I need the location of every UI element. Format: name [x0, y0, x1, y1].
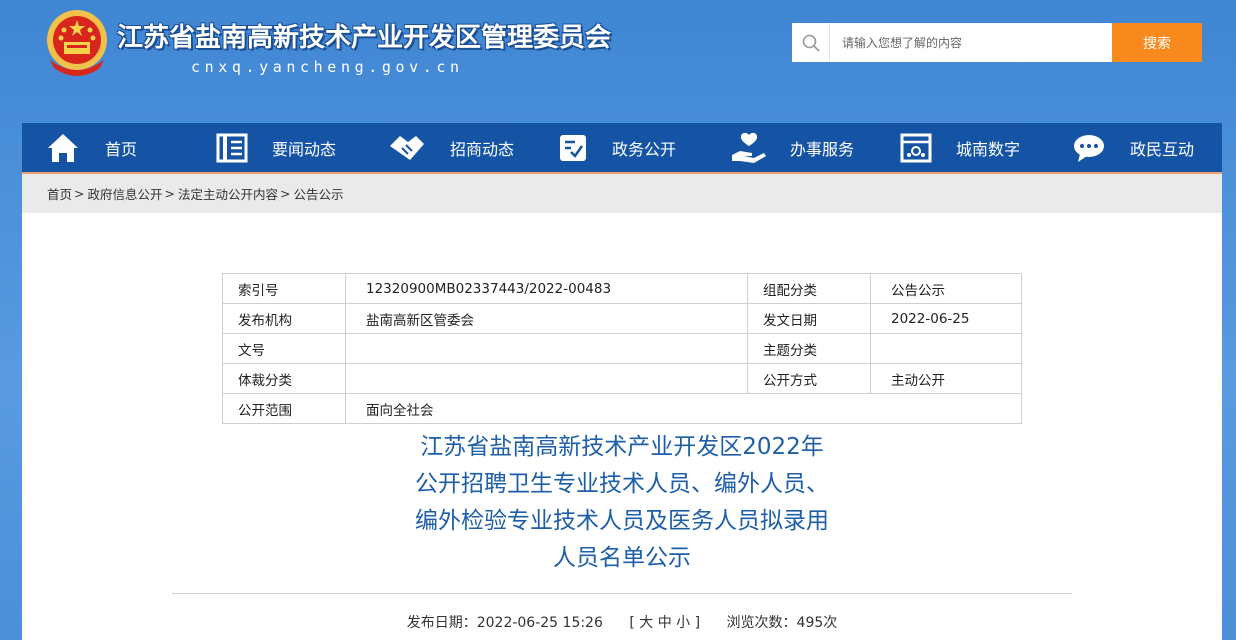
search-box	[792, 23, 1112, 62]
meta-value: 盐南高新区管委会	[345, 303, 748, 334]
table-row: 发布机构 盐南高新区管委会 发文日期 2022-06-25	[222, 303, 1022, 334]
document-meta-table: 索引号 12320900MB02337443/2022-00483 组配分类 公…	[222, 273, 1022, 424]
meta-label: 公开范围	[222, 393, 346, 424]
breadcrumb-separator: >	[280, 186, 291, 201]
nav-item-news[interactable]: 要闻动态	[216, 123, 336, 172]
national-emblem-icon	[47, 10, 107, 76]
article-title-line: 江苏省盐南高新技术产业开发区2022年	[420, 434, 824, 460]
breadcrumb-announcements[interactable]: 公告公示	[294, 184, 344, 203]
service-hand-icon	[732, 132, 766, 163]
views-count: 495次	[796, 615, 838, 631]
search-icon	[792, 23, 830, 62]
meta-value: 12320900MB02337443/2022-00483	[345, 273, 748, 304]
nav-label: 办事服务	[790, 139, 855, 159]
search-input[interactable]	[830, 24, 1100, 61]
nav-label: 城南数字	[956, 139, 1021, 159]
meta-label: 文号	[222, 333, 346, 364]
news-icon	[216, 133, 248, 162]
article-meta: 发布日期：2022-06-25 15:26 [ 大 中 小 ] 浏览次数：495…	[22, 612, 1222, 632]
nav-item-digital[interactable]: 城南数字	[900, 123, 1020, 172]
meta-label: 体裁分类	[222, 363, 346, 394]
table-row: 公开范围 面向全社会	[222, 393, 1022, 424]
table-row: 体裁分类 公开方式 主动公开	[222, 363, 1022, 394]
document-check-icon	[560, 134, 586, 161]
site-header: 江苏省盐南高新技术产业开发区管理委员会 cnxq.yancheng.gov.cn…	[0, 0, 1236, 123]
nav-label: 首页	[105, 139, 138, 159]
site-domain: cnxq.yancheng.gov.cn	[191, 58, 464, 76]
nav-label: 政务公开	[612, 139, 677, 159]
meta-value	[345, 363, 748, 394]
meta-value: 公告公示	[870, 273, 1022, 304]
nav-label: 政民互动	[1130, 139, 1195, 159]
meta-value: 面向全社会	[345, 393, 1022, 424]
digital-screen-icon	[900, 133, 932, 162]
main-nav: 首页 要闻动态 招商动态 政务公开 办事服务 城南数字 政民互动	[22, 123, 1222, 172]
home-icon	[48, 133, 78, 162]
breadcrumb-separator: >	[164, 186, 175, 201]
breadcrumb-gov-info[interactable]: 政府信息公开	[88, 184, 163, 203]
breadcrumb-home[interactable]: 首页	[47, 184, 72, 203]
meta-label: 发文日期	[747, 303, 871, 334]
nav-label: 要闻动态	[272, 139, 337, 159]
meta-value: 2022-06-25	[870, 303, 1022, 334]
meta-value	[345, 333, 748, 364]
site-title[interactable]: 江苏省盐南高新技术产业开发区管理委员会	[117, 17, 611, 54]
breadcrumb-separator: >	[74, 186, 85, 201]
font-size-switcher[interactable]: [ 大 中 小 ]	[629, 612, 700, 632]
article-title-line: 人员名单公示	[553, 545, 691, 571]
title-divider	[172, 593, 1072, 594]
search-button[interactable]: 搜索	[1112, 23, 1202, 62]
handshake-icon	[390, 135, 424, 160]
publish-date-label: 发布日期：	[406, 615, 477, 631]
breadcrumb: 首页 > 政府信息公开 > 法定主动公开内容 > 公告公示	[22, 174, 1222, 213]
meta-value	[870, 333, 1022, 364]
article-title-line: 公开招聘卫生专业技术人员、编外人员、	[415, 471, 829, 497]
table-row: 索引号 12320900MB02337443/2022-00483 组配分类 公…	[222, 273, 1022, 304]
nav-label: 招商动态	[450, 139, 515, 159]
meta-label: 索引号	[222, 273, 346, 304]
article-title: 江苏省盐南高新技术产业开发区2022年 公开招聘卫生专业技术人员、编外人员、 编…	[22, 429, 1222, 577]
meta-label: 主题分类	[747, 333, 871, 364]
main-content: 索引号 12320900MB02337443/2022-00483 组配分类 公…	[22, 213, 1222, 640]
nav-item-interaction[interactable]: 政民互动	[1072, 123, 1194, 172]
nav-item-services[interactable]: 办事服务	[730, 123, 854, 172]
nav-item-government-affairs[interactable]: 政务公开	[558, 123, 676, 172]
chat-icon	[1074, 134, 1104, 162]
breadcrumb-statutory-content[interactable]: 法定主动公开内容	[178, 184, 278, 203]
views-label: 浏览次数：	[726, 615, 797, 631]
meta-label: 发布机构	[222, 303, 346, 334]
publish-date: 2022-06-25 15:26	[476, 615, 603, 631]
meta-label: 组配分类	[747, 273, 871, 304]
nav-item-home[interactable]: 首页	[46, 123, 137, 172]
table-row: 文号 主题分类	[222, 333, 1022, 364]
meta-value: 主动公开	[870, 363, 1022, 394]
nav-item-investment[interactable]: 招商动态	[388, 123, 514, 172]
article-title-line: 编外检验专业技术人员及医务人员拟录用	[415, 508, 829, 534]
meta-label: 公开方式	[747, 363, 871, 394]
